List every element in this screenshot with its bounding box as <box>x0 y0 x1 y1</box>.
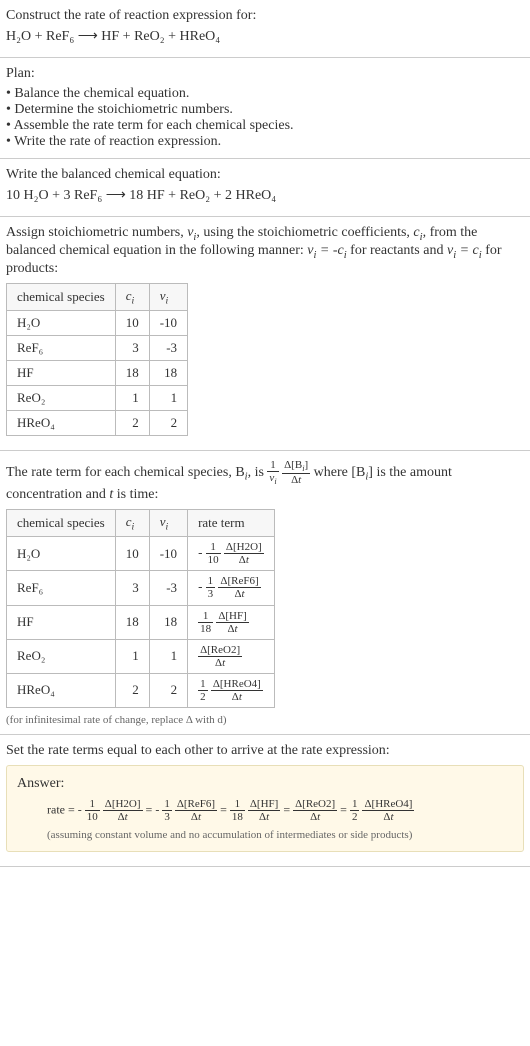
cell-species: HF <box>7 605 116 639</box>
table-row: ReO₂11 <box>7 386 188 411</box>
cell-species: ReF₆ <box>7 571 116 605</box>
text: , is <box>248 465 268 480</box>
plan-item: Balance the chemical equation. <box>6 86 524 102</box>
table-row: HReO₄ 2 2 12 Δ[HReO4]Δt <box>7 673 275 707</box>
intro-section: Construct the rate of reaction expressio… <box>0 0 530 58</box>
table-header-row: chemical species ci νi <box>7 283 188 311</box>
plan-item: Write the rate of reaction expression. <box>6 134 524 150</box>
cell-species: ReF₆ <box>7 336 116 361</box>
intro-title: Construct the rate of reaction expressio… <box>6 8 524 24</box>
cell-nu: 18 <box>149 361 187 386</box>
cell-nu: 2 <box>149 673 187 707</box>
stoich-table: chemical species ci νi H₂O10-10 ReF₆3-3 … <box>6 283 188 437</box>
col-species: chemical species <box>7 509 116 537</box>
stoich-section: Assign stoichiometric numbers, νi , using… <box>0 217 530 451</box>
col-nu: νi <box>149 283 187 311</box>
intro-equation: H₂O + ReF₆ ⟶ HF + ReO₂ + HReO₄ <box>6 28 524 45</box>
final-title: Set the rate terms equal to each other t… <box>6 743 524 759</box>
cell-c: 18 <box>115 361 149 386</box>
cell-nu: -10 <box>149 537 187 571</box>
cell-nu: 2 <box>149 411 187 436</box>
rateterm-note: (for infinitesimal rate of change, repla… <box>6 714 524 726</box>
col-c: ci <box>115 509 149 537</box>
table-row: HF 18 18 118 Δ[HF]Δt <box>7 605 275 639</box>
plan-item: Assemble the rate term for each chemical… <box>6 118 524 134</box>
rateterm-intro: The rate term for each chemical species,… <box>6 459 524 502</box>
cell-nu: 1 <box>149 639 187 673</box>
cell-c: 10 <box>115 311 149 336</box>
plan-title: Plan: <box>6 66 524 82</box>
cell-species: ReO₂ <box>7 639 116 673</box>
cell-rate: - 13 Δ[ReF6]Δt <box>188 571 275 605</box>
final-section: Set the rate terms equal to each other t… <box>0 735 530 867</box>
balanced-section: Write the balanced chemical equation: 10… <box>0 159 530 217</box>
plan-item: Determine the stoichiometric numbers. <box>6 102 524 118</box>
table-row: H₂O 10 -10 - 110 Δ[H2O]Δt <box>7 537 275 571</box>
cell-c: 1 <box>115 386 149 411</box>
cell-species: H₂O <box>7 537 116 571</box>
balanced-title: Write the balanced chemical equation: <box>6 167 524 183</box>
cell-species: HReO₄ <box>7 673 116 707</box>
cell-rate: 118 Δ[HF]Δt <box>188 605 275 639</box>
stoich-intro: Assign stoichiometric numbers, νi, using… <box>6 225 524 277</box>
answer-rate-expression: rate = - 110 Δ[H2O]Δt = - 13 Δ[ReF6]Δt =… <box>47 798 513 823</box>
plan-section: Plan: Balance the chemical equation. Det… <box>0 58 530 159</box>
table-row: ReF₆ 3 -3 - 13 Δ[ReF6]Δt <box>7 571 275 605</box>
col-c: ci <box>115 283 149 311</box>
cell-c: 3 <box>115 336 149 361</box>
text: where [B <box>314 465 366 480</box>
answer-box: Answer: rate = - 110 Δ[H2O]Δt = - 13 Δ[R… <box>6 765 524 852</box>
answer-label: Answer: <box>17 776 513 792</box>
text: , using the stoichiometric coefficients, <box>196 225 413 240</box>
col-nu: νi <box>149 509 187 537</box>
table-header-row: chemical species ci νi rate term <box>7 509 275 537</box>
cell-nu: -10 <box>149 311 187 336</box>
rateterm-table: chemical species ci νi rate term H₂O 10 … <box>6 509 275 709</box>
text: for reactants and <box>347 243 447 258</box>
answer-note: (assuming constant volume and no accumul… <box>47 829 513 841</box>
cell-c: 2 <box>115 673 149 707</box>
text: is time: <box>113 487 158 502</box>
cell-species: ReO₂ <box>7 386 116 411</box>
cell-rate: Δ[ReO2]Δt <box>188 639 275 673</box>
table-row: H₂O10-10 <box>7 311 188 336</box>
cell-species: HReO₄ <box>7 411 116 436</box>
cell-species: H₂O <box>7 311 116 336</box>
text: Assign stoichiometric numbers, <box>6 225 187 240</box>
table-row: ReF₆3-3 <box>7 336 188 361</box>
cell-c: 1 <box>115 639 149 673</box>
plan-list: Balance the chemical equation. Determine… <box>6 86 524 150</box>
cell-c: 10 <box>115 537 149 571</box>
cell-nu: -3 <box>149 571 187 605</box>
cell-rate: 12 Δ[HReO4]Δt <box>188 673 275 707</box>
cell-nu: 1 <box>149 386 187 411</box>
table-row: HReO₄22 <box>7 411 188 436</box>
cell-nu: 18 <box>149 605 187 639</box>
cell-rate: - 110 Δ[H2O]Δt <box>188 537 275 571</box>
balanced-equation: 10 H₂O + 3 ReF₆ ⟶ 18 HF + ReO₂ + 2 HReO₄ <box>6 187 524 204</box>
cell-c: 3 <box>115 571 149 605</box>
cell-nu: -3 <box>149 336 187 361</box>
col-rate: rate term <box>188 509 275 537</box>
cell-species: HF <box>7 361 116 386</box>
cell-c: 18 <box>115 605 149 639</box>
cell-c: 2 <box>115 411 149 436</box>
table-row: ReO₂ 1 1 Δ[ReO2]Δt <box>7 639 275 673</box>
rateterm-section: The rate term for each chemical species,… <box>0 451 530 735</box>
col-species: chemical species <box>7 283 116 311</box>
text: The rate term for each chemical species,… <box>6 465 245 480</box>
table-row: HF1818 <box>7 361 188 386</box>
